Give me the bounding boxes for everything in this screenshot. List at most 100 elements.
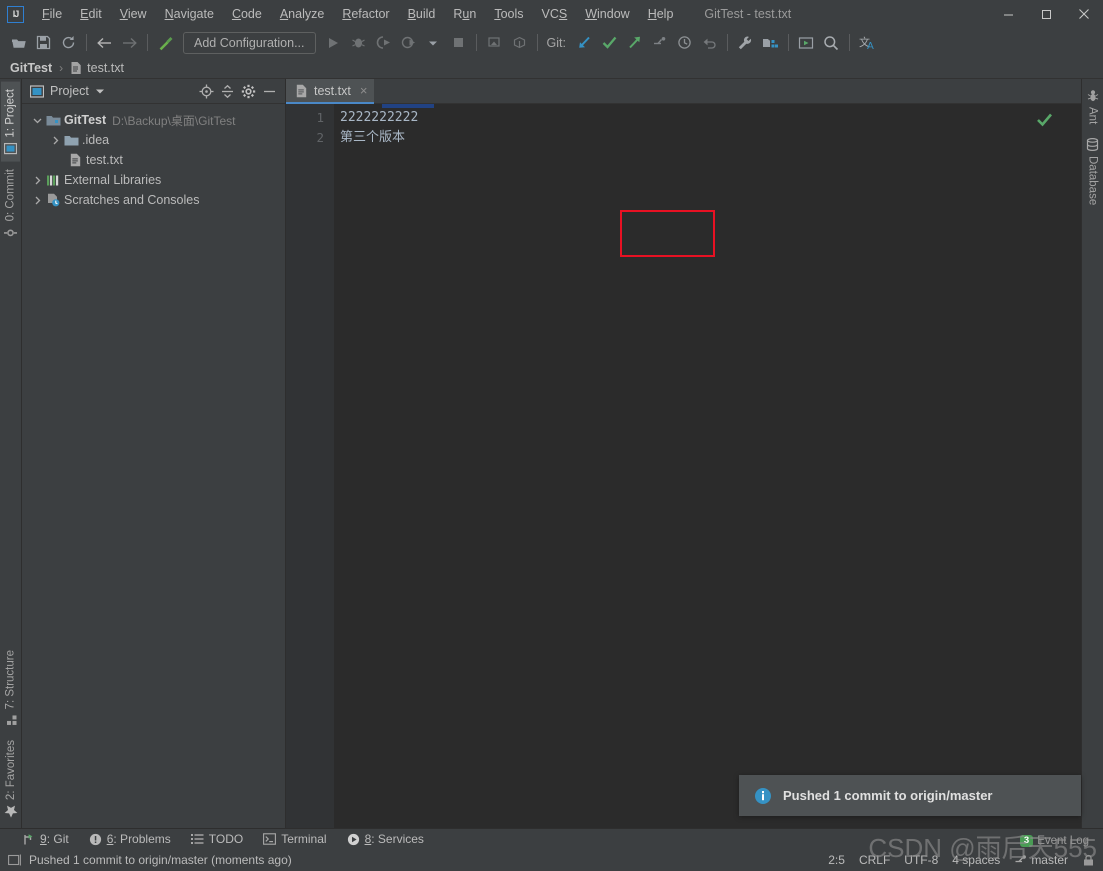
maximize-icon[interactable] xyxy=(1027,0,1065,28)
menu-item-code[interactable]: Code xyxy=(223,4,271,24)
collapse-all-icon[interactable] xyxy=(217,81,238,102)
chevron-right-icon[interactable] xyxy=(30,196,44,205)
menu-item-run[interactable]: Run xyxy=(444,4,485,24)
run-anything-icon[interactable] xyxy=(794,31,819,55)
git-update-icon[interactable] xyxy=(572,31,597,55)
locate-icon[interactable] xyxy=(196,81,217,102)
menu-bar: File Edit View Navigate Code Analyze Ref… xyxy=(33,4,682,24)
back-arrow-icon[interactable] xyxy=(92,31,117,55)
sidebar-item-commit[interactable]: 0: Commit xyxy=(1,162,20,246)
tree-node-gittest[interactable]: GitTest D:\Backup\桌面\GitTest xyxy=(22,110,285,130)
run-configuration-selector[interactable]: Add Configuration... xyxy=(183,31,316,54)
toolwindow-terminal[interactable]: Terminal xyxy=(263,832,327,846)
structure-icon xyxy=(4,715,17,726)
caret-position[interactable]: 2:5 xyxy=(828,853,845,867)
tree-node-external-libraries[interactable]: External Libraries xyxy=(22,170,285,190)
menu-item-navigate[interactable]: Navigate xyxy=(156,4,223,24)
git-push-icon[interactable] xyxy=(622,31,647,55)
save-all-icon[interactable] xyxy=(31,31,56,55)
tree-node-test-txt-label: test.txt xyxy=(86,153,123,167)
git-revert-icon xyxy=(697,31,722,55)
tree-node-scratches-consoles[interactable]: Scratches and Consoles xyxy=(22,190,285,210)
read-only-icon[interactable] xyxy=(1082,854,1095,867)
status-message-group: Pushed 1 commit to origin/master (moment… xyxy=(8,853,292,867)
menu-item-help[interactable]: Help xyxy=(639,4,683,24)
services-icon xyxy=(347,833,360,846)
chevron-right-icon[interactable] xyxy=(48,136,62,145)
hide-icon[interactable] xyxy=(259,81,280,102)
settings-gear-icon[interactable] xyxy=(238,81,259,102)
toolwindow-todo[interactable]: TODO xyxy=(190,832,244,846)
git-branch-widget[interactable]: master xyxy=(1014,853,1068,867)
folder-icon xyxy=(62,134,80,147)
settings-wrench-icon[interactable] xyxy=(733,31,758,55)
close-icon[interactable]: × xyxy=(360,83,368,98)
git-commit-icon[interactable] xyxy=(597,31,622,55)
breadcrumb-file[interactable]: test.txt xyxy=(87,61,124,75)
translate-icon[interactable]: 文A xyxy=(855,31,880,55)
sidebar-item-structure[interactable]: 7: Structure xyxy=(1,643,20,732)
sidebar-item-database[interactable]: Database xyxy=(1083,131,1102,212)
build-hammer-icon[interactable] xyxy=(153,31,178,55)
editor-tabs: test.txt × xyxy=(286,79,1081,104)
project-structure-icon[interactable] xyxy=(758,31,783,55)
chevron-down-icon[interactable] xyxy=(30,116,44,125)
toolwindow-services[interactable]: 8: Services xyxy=(347,832,424,846)
todo-icon xyxy=(190,833,204,845)
tree-node-external-libraries-label: External Libraries xyxy=(64,173,162,187)
text-file-icon xyxy=(66,153,84,167)
git-icon xyxy=(22,833,35,846)
ant-icon xyxy=(1087,89,1099,102)
tree-node-test-txt[interactable]: test.txt xyxy=(22,150,285,170)
chevron-down-icon[interactable] xyxy=(421,31,446,55)
sidebar-item-ant[interactable]: Ant xyxy=(1084,82,1102,131)
libraries-icon xyxy=(44,174,62,187)
file-encoding[interactable]: UTF-8 xyxy=(904,853,938,867)
tree-node-idea[interactable]: .idea xyxy=(22,130,285,150)
close-icon[interactable] xyxy=(1065,0,1103,28)
indent-setting[interactable]: 4 spaces xyxy=(952,853,1000,867)
editor-tab-test-txt[interactable]: test.txt × xyxy=(286,79,375,104)
sidebar-item-ant-label: Ant xyxy=(1086,107,1099,125)
menu-item-tools[interactable]: Tools xyxy=(485,4,532,24)
line-separator[interactable]: CRLF xyxy=(859,853,890,867)
run-with-coverage-icon xyxy=(371,31,396,55)
profile-icon xyxy=(396,31,421,55)
chevron-down-icon[interactable] xyxy=(95,86,105,96)
git-branch-icon[interactable] xyxy=(647,31,672,55)
menu-item-view[interactable]: View xyxy=(111,4,156,24)
status-bar: Pushed 1 commit to origin/master (moment… xyxy=(0,849,1103,871)
sidebar-item-favorites-label: 2: Favorites xyxy=(4,739,17,800)
right-tool-strip: Ant Database xyxy=(1081,79,1103,828)
chevron-right-icon[interactable] xyxy=(30,176,44,185)
toolwindow-problems[interactable]: 6: Problems xyxy=(89,832,171,846)
toolwindow-git[interactable]: 9: Git xyxy=(22,832,69,846)
toggle-bookmark-icon xyxy=(482,31,507,55)
menu-item-window[interactable]: Window xyxy=(576,4,638,24)
menu-item-edit[interactable]: Edit xyxy=(71,4,111,24)
minimize-icon[interactable] xyxy=(989,0,1027,28)
sync-icon[interactable] xyxy=(56,31,81,55)
menu-item-vcs[interactable]: VCS xyxy=(533,4,577,24)
editor-scrollbar[interactable] xyxy=(1067,104,1081,828)
menu-item-file[interactable]: File xyxy=(33,4,71,24)
sidebar-item-project[interactable]: 1: Project xyxy=(1,82,20,162)
event-log-widget[interactable]: 3 Event Log xyxy=(1019,834,1089,847)
window-icon[interactable] xyxy=(8,854,21,867)
window-controls xyxy=(989,0,1103,28)
notification-balloon[interactable]: Pushed 1 commit to origin/master xyxy=(739,775,1081,816)
git-history-icon[interactable] xyxy=(672,31,697,55)
menu-item-analyze[interactable]: Analyze xyxy=(271,4,333,24)
sidebar-item-favorites[interactable]: 2: Favorites xyxy=(1,733,21,825)
left-strip-bottom-group: 7: Structure 2: Favorites xyxy=(1,643,21,825)
breadcrumb-project[interactable]: GitTest xyxy=(10,61,52,75)
code-text-area[interactable]: 2222222222 第三个版本 xyxy=(334,104,1067,828)
open-folder-icon[interactable] xyxy=(6,31,31,55)
intellij-logo-icon: IJ xyxy=(7,5,24,23)
menu-item-refactor[interactable]: Refactor xyxy=(333,4,398,24)
search-everywhere-icon[interactable] xyxy=(819,31,844,55)
toolwindow-todo-label: TODO xyxy=(208,832,244,846)
menu-item-build[interactable]: Build xyxy=(399,4,445,24)
sidebar-item-structure-label: 7: Structure xyxy=(4,650,17,710)
inspection-status-icon[interactable] xyxy=(1036,112,1053,131)
